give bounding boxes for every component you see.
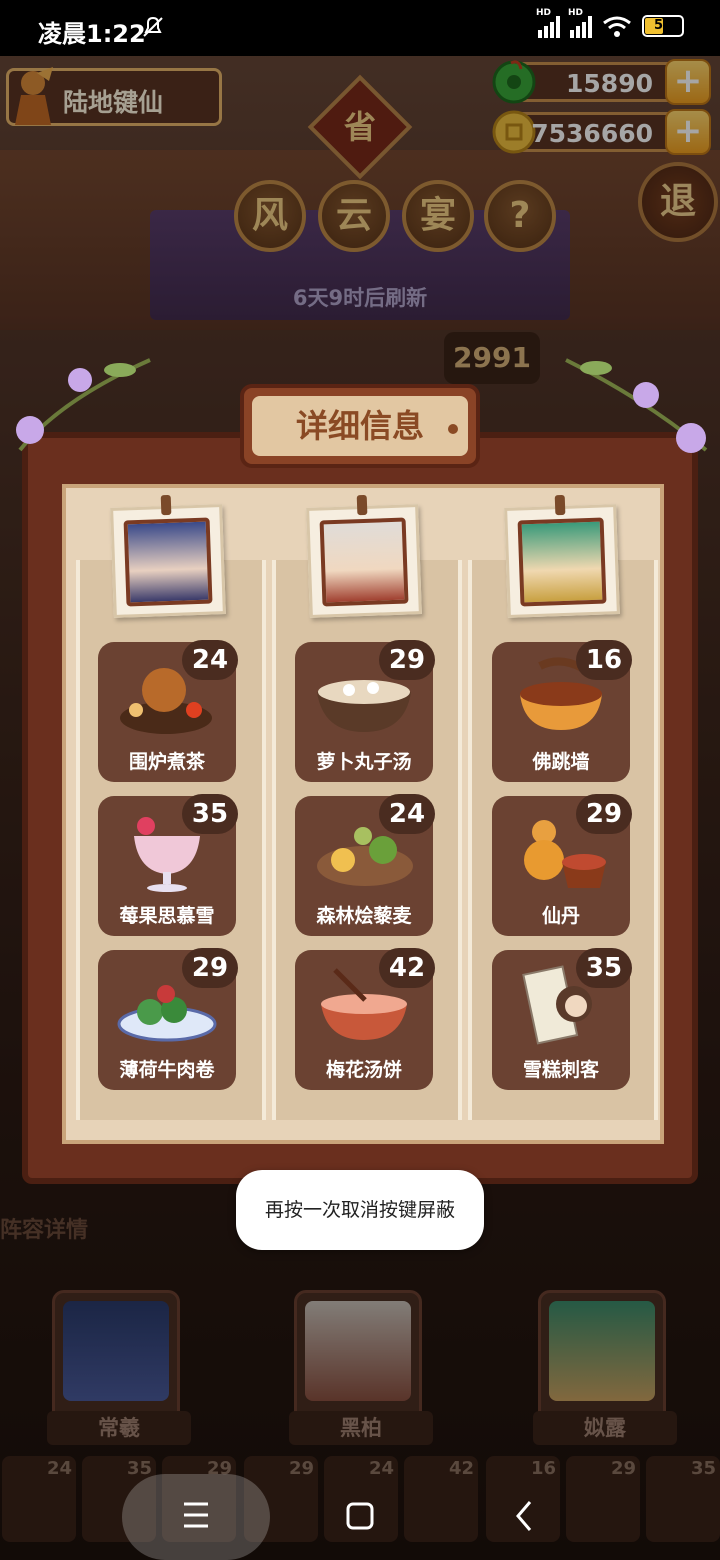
dialog-title-plate: 详细信息 [240, 384, 480, 468]
menu-icon[interactable] [122, 1470, 270, 1560]
toast-message: 再按一次取消按键屏蔽 [236, 1170, 484, 1250]
dish-card[interactable]: 29 薄荷牛肉卷 [98, 948, 238, 1090]
dish-card[interactable]: 24 森林烩藜麦 [295, 794, 435, 936]
dish-count: 29 [379, 640, 435, 680]
dish-card[interactable]: 16 佛跳墙 [492, 640, 632, 782]
dish-count: 35 [576, 948, 632, 988]
dish-count: 16 [576, 640, 632, 680]
dish-name: 围炉煮茶 [128, 751, 205, 773]
chef-portrait [306, 494, 422, 618]
battery-level: 50 [653, 18, 673, 33]
dish-name: 佛跳墙 [532, 751, 590, 773]
dish-card[interactable]: 35 莓果思慕雪 [98, 794, 238, 936]
signal-icon: HD [536, 8, 560, 38]
mute-bell-icon [143, 16, 163, 37]
wifi-icon [603, 16, 631, 37]
back-icon[interactable] [450, 1470, 598, 1560]
chef-portrait [110, 494, 226, 618]
dish-card[interactable]: 24 围炉煮茶 [98, 640, 238, 782]
battery-icon: 50 [642, 15, 684, 37]
status-bar: 凌晨1:22 HD HD 50 [0, 0, 720, 56]
dish-name: 仙丹 [541, 905, 580, 927]
chef-avatar [319, 517, 409, 607]
navigation-bar [0, 1470, 720, 1560]
dish-card[interactable]: 29 仙丹 [492, 794, 632, 936]
flower-decoration-icon [16, 358, 151, 452]
dish-card[interactable]: 42 梅花汤饼 [295, 948, 435, 1090]
chef-portrait [504, 494, 620, 618]
dish-name: 梅花汤饼 [325, 1059, 402, 1081]
chef-avatar [517, 517, 607, 607]
dish-name: 雪糕刺客 [522, 1059, 599, 1081]
signal-icon: HD [568, 8, 592, 38]
dish-name: 森林烩藜麦 [316, 905, 412, 927]
dish-name: 莓果思慕雪 [119, 905, 215, 927]
dish-name: 萝卜丸子汤 [316, 751, 412, 773]
dish-card[interactable]: 29 萝卜丸子汤 [295, 640, 435, 782]
home-icon[interactable] [286, 1470, 434, 1560]
status-time: 凌晨1:22 [38, 20, 146, 48]
dish-count: 35 [182, 794, 238, 834]
dish-count: 42 [379, 948, 435, 988]
dish-card[interactable]: 35 雪糕刺客 [492, 948, 632, 1090]
chef-avatar [123, 517, 213, 607]
dish-name: 薄荷牛肉卷 [119, 1059, 215, 1081]
dish-count: 24 [379, 794, 435, 834]
flower-decoration-icon [565, 358, 708, 453]
dialog-title: 详细信息 [252, 396, 468, 456]
dish-count: 24 [182, 640, 238, 680]
dish-count: 29 [182, 948, 238, 988]
dish-count: 29 [576, 794, 632, 834]
